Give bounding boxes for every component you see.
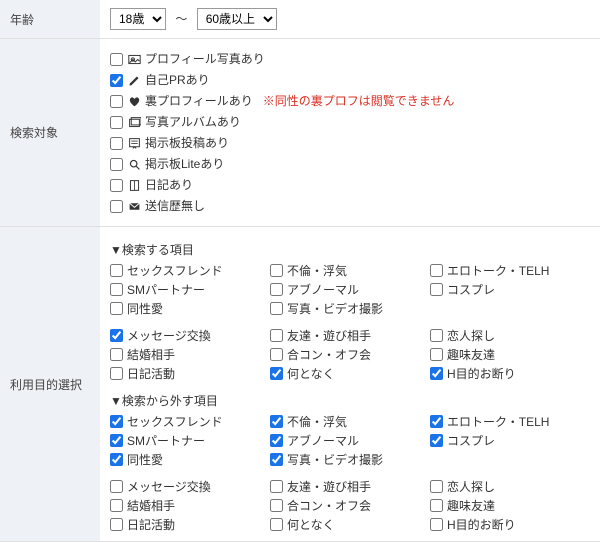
mail-icon [127,199,141,213]
age-from-select[interactable]: 18歳 [110,8,166,30]
age-to-select[interactable]: 60歳以上 [197,8,277,30]
exclude-b-checkbox-2[interactable] [430,480,443,493]
target-label: 送信歴無し [145,197,205,215]
target-checkbox-7[interactable] [110,200,123,213]
include-title: ▼検索する項目 [110,241,590,258]
include-a-label: 写真・ビデオ撮影 [287,300,383,317]
target-label: 自己PRあり [145,71,210,89]
target-label: 日記あり [145,176,193,194]
include-b-checkbox-7[interactable] [270,367,283,380]
exclude-a-label: セックスフレンド [127,413,223,430]
include-b-checkbox-2[interactable] [430,329,443,342]
exclude-b-checkbox-3[interactable] [110,499,123,512]
include-b-label: 合コン・オフ会 [287,346,371,363]
include-a-label: コスプレ [447,281,495,298]
exclude-b-label: 合コン・オフ会 [287,497,371,514]
exclude-a-label: アブノーマル [287,432,359,449]
include-a-checkbox-0[interactable] [110,264,123,277]
exclude-b-label: 趣味友達 [447,497,495,514]
search-icon [127,157,141,171]
include-a-checkbox-3[interactable] [110,283,123,296]
exclude-a-checkbox-5[interactable] [430,434,443,447]
include-a-label: アブノーマル [287,281,359,298]
include-b-checkbox-3[interactable] [110,348,123,361]
target-checkbox-3[interactable] [110,116,123,129]
include-b-checkbox-4[interactable] [270,348,283,361]
include-b-label: 趣味友達 [447,346,495,363]
exclude-a-checkbox-3[interactable] [110,434,123,447]
target-checkbox-4[interactable] [110,137,123,150]
exclude-a-label: 不倫・浮気 [287,413,347,430]
exclude-a-label: 写真・ビデオ撮影 [287,451,383,468]
row-label-purpose: 利用目的選択 [0,227,100,541]
target-label: 掲示板投稿あり [145,134,229,152]
include-a-checkbox-5[interactable] [430,283,443,296]
exclude-a-label: コスプレ [447,432,495,449]
include-b-checkbox-6[interactable] [110,367,123,380]
include-a-checkbox-4[interactable] [270,283,283,296]
include-b-label: H目的お断り [447,365,516,382]
target-label: 裏プロフィールあり [145,92,253,110]
heart-icon [127,94,141,108]
include-b-label: メッセージ交換 [127,327,211,344]
include-b-label: 恋人探し [447,327,495,344]
exclude-a-checkbox-4[interactable] [270,434,283,447]
target-checkbox-5[interactable] [110,158,123,171]
exclude-a-checkbox-7[interactable] [270,453,283,466]
include-a-label: SMパートナー [127,281,205,298]
row-label-age: 年齢 [0,0,100,38]
target-label: 写真アルバムあり [145,113,241,131]
include-b-label: 結婚相手 [127,346,175,363]
include-b-checkbox-5[interactable] [430,348,443,361]
diary-icon [127,178,141,192]
include-a-label: エロトーク・TELH [447,262,549,279]
exclude-b-checkbox-4[interactable] [270,499,283,512]
target-checkbox-0[interactable] [110,53,123,66]
exclude-b-label: 恋人探し [447,478,495,495]
include-b-label: 何となく [287,365,335,382]
include-a-label: 同性愛 [127,300,163,317]
target-label: 掲示板Liteあり [145,155,224,173]
exclude-a-checkbox-2[interactable] [430,415,443,428]
exclude-title: ▼検索から外す項目 [110,392,590,409]
exclude-a-checkbox-0[interactable] [110,415,123,428]
include-b-label: 日記活動 [127,365,175,382]
board-icon [127,136,141,150]
target-checkbox-2[interactable] [110,95,123,108]
age-tilde: ～ [175,12,187,26]
include-a-checkbox-1[interactable] [270,264,283,277]
album-icon [127,115,141,129]
include-a-checkbox-6[interactable] [110,302,123,315]
exclude-b-checkbox-5[interactable] [430,499,443,512]
exclude-a-label: SMパートナー [127,432,205,449]
target-checkbox-1[interactable] [110,74,123,87]
pencil-icon [127,73,141,87]
target-warning: ※同性の裏プロフは閲覧できません [263,92,455,110]
exclude-b-checkbox-0[interactable] [110,480,123,493]
exclude-a-checkbox-6[interactable] [110,453,123,466]
include-b-label: 友達・遊び相手 [287,327,371,344]
row-label-target: 検索対象 [0,39,100,226]
include-b-checkbox-8[interactable] [430,367,443,380]
exclude-b-label: メッセージ交換 [127,478,211,495]
include-b-checkbox-1[interactable] [270,329,283,342]
include-b-checkbox-0[interactable] [110,329,123,342]
exclude-b-label: 友達・遊び相手 [287,478,371,495]
include-a-label: セックスフレンド [127,262,223,279]
exclude-a-checkbox-1[interactable] [270,415,283,428]
exclude-a-label: エロトーク・TELH [447,413,549,430]
include-a-label: 不倫・浮気 [287,262,347,279]
exclude-b-checkbox-1[interactable] [270,480,283,493]
include-a-checkbox-2[interactable] [430,264,443,277]
exclude-b-label: 結婚相手 [127,497,175,514]
target-checkbox-6[interactable] [110,179,123,192]
exclude-a-label: 同性愛 [127,451,163,468]
photo-icon [127,52,141,66]
include-a-checkbox-7[interactable] [270,302,283,315]
target-label: プロフィール写真あり [145,50,265,68]
